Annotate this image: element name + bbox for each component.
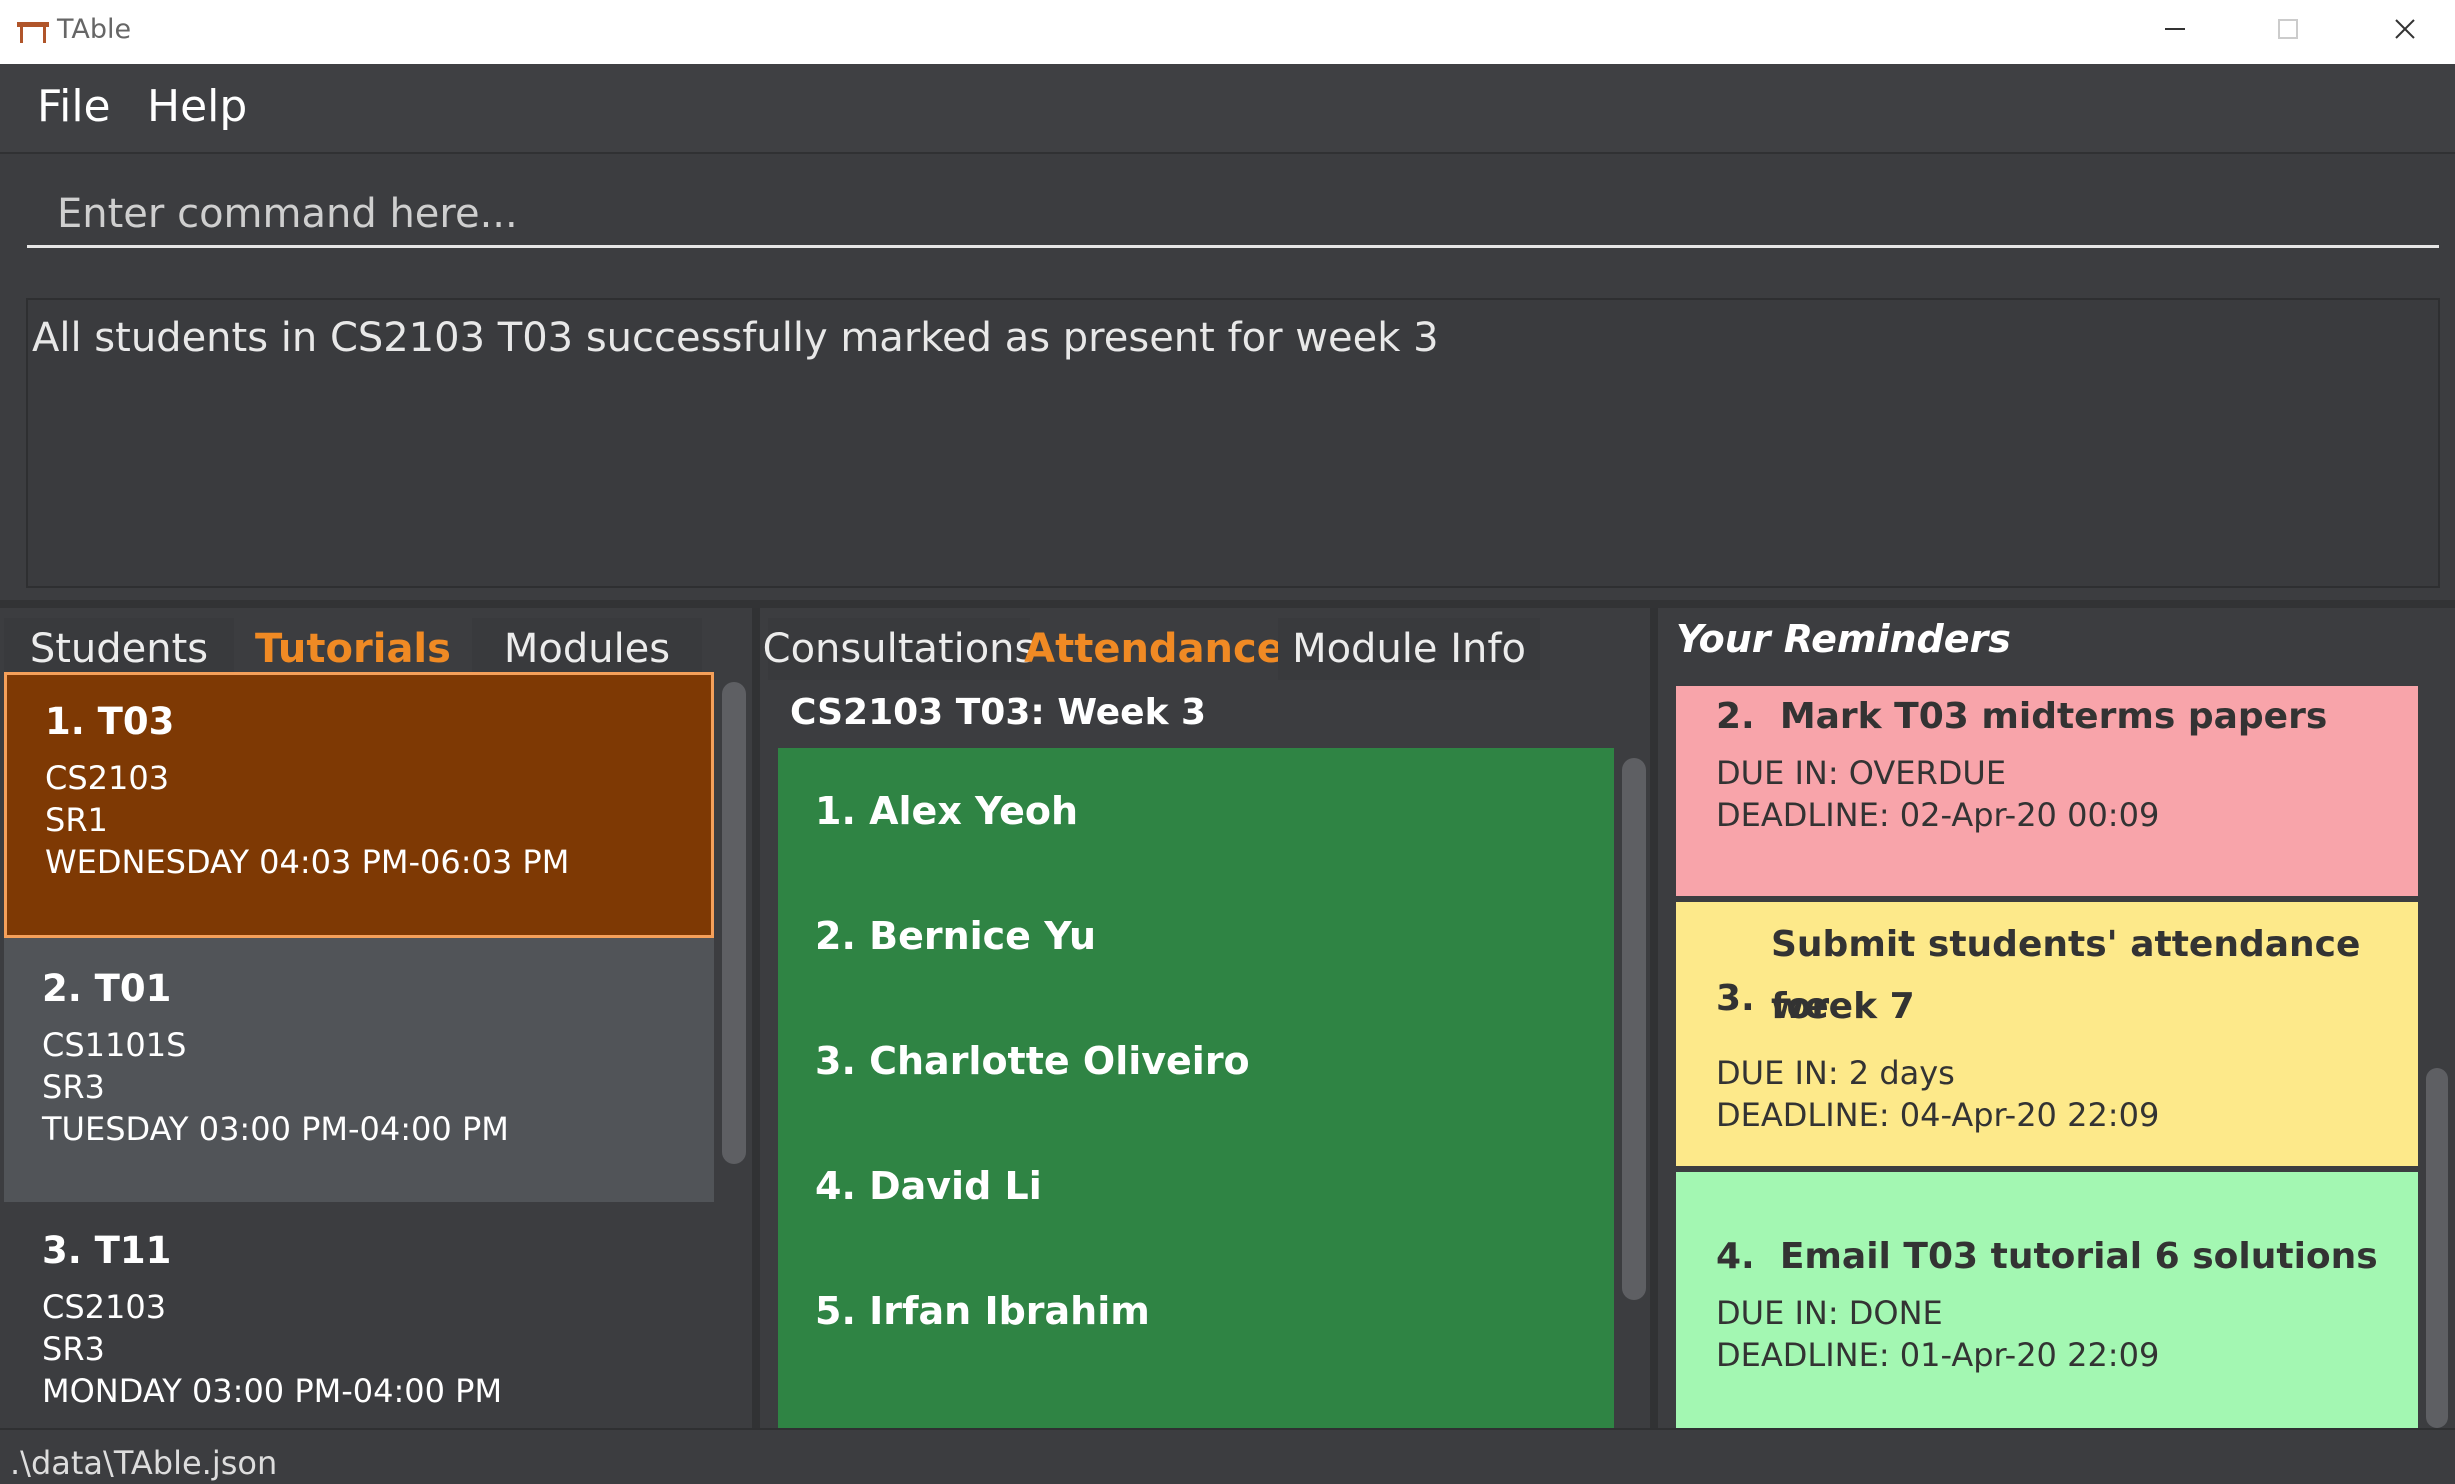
reminder-due: DUE IN: OVERDUE [1716,754,2007,792]
app-table-icon [17,22,49,43]
reminder-title-cont: week 7 [1771,986,1915,1027]
tutorial-time: TUESDAY 03:00 PM-04:00 PM [42,1110,509,1148]
result-display: All students in CS2103 T03 successfully … [26,298,2440,588]
close-icon [2395,19,2415,39]
command-input[interactable] [27,182,2439,248]
tab-students[interactable]: Students [4,618,234,680]
tab-attendance[interactable]: Attendance [1024,618,1284,680]
reminder-number: 3. [1716,978,1755,1019]
tutorial-venue: SR3 [42,1068,105,1106]
tab-consultations[interactable]: Consultations [763,618,1035,680]
reminder-due: DUE IN: 2 days [1716,1054,1955,1092]
maximize-icon [2278,19,2298,39]
student-name: 2. Bernice Yu [815,913,1096,958]
student-row[interactable]: 4. David Li [778,1123,1614,1248]
tutorial-title: 3. T11 [42,1229,172,1272]
reminders-scrollbar[interactable] [2426,1068,2448,1428]
tab-module-info[interactable]: Module Info [1278,618,1540,680]
reminders-heading: Your Reminders [1676,617,2011,661]
tutorial-card[interactable]: 1. T03 CS2103 SR1 WEDNESDAY 04:03 PM-06:… [4,672,714,938]
student-name: 5. Irfan Ibrahim [815,1288,1150,1333]
close-button[interactable] [2360,0,2450,58]
reminder-deadline: DEADLINE: 04-Apr-20 22:09 [1716,1096,2160,1134]
reminder-title: Mark T03 midterms papers [1779,696,2328,737]
tutorial-time: MONDAY 03:00 PM-04:00 PM [42,1372,503,1410]
student-row[interactable]: 5. Irfan Ibrahim [778,1248,1614,1373]
tutorial-module: CS1101S [42,1026,187,1064]
maximize-button[interactable] [2243,0,2333,58]
tutorial-title: 2. T01 [42,967,172,1010]
attendance-panel: Consultations Attendance Module Info CS2… [760,608,1650,1428]
attendance-list: 1. Alex Yeoh 2. Bernice Yu 3. Charlotte … [778,748,1614,1428]
student-name: 4. David Li [815,1163,1042,1208]
tutorials-scrollbar[interactable] [722,682,746,1164]
status-bar: .\data\TAble.json [0,1428,2455,1482]
student-row[interactable]: 3. Charlotte Oliveiro [778,998,1614,1123]
reminder-due: DUE IN: DONE [1716,1294,1943,1332]
student-name: 3. Charlotte Oliveiro [815,1038,1250,1083]
tutorial-card[interactable]: 2. T01 CS1101S SR3 TUESDAY 03:00 PM-04:0… [4,938,714,1202]
reminder-number: 2. [1716,696,1755,737]
tutorial-venue: SR1 [45,801,108,839]
minimize-button[interactable] [2130,0,2220,58]
student-row[interactable]: 2. Bernice Yu [778,873,1614,998]
tutorial-title: 1. T03 [45,700,175,743]
reminder-title: Email T03 tutorial 6 solutions [1779,1236,2378,1277]
tutorial-module: CS2103 [42,1288,167,1326]
tutorial-card[interactable]: 3. T11 CS2103 SR3 MONDAY 03:00 PM-04:00 … [4,1202,714,1428]
tutorial-venue: SR3 [42,1330,105,1368]
tutorial-time: WEDNESDAY 04:03 PM-06:03 PM [45,843,570,881]
tab-tutorials[interactable]: Tutorials [238,618,468,680]
reminder-card[interactable]: 4. Email T03 tutorial 6 solutions DUE IN… [1676,1172,2418,1428]
attendance-heading: CS2103 T03: Week 3 [790,692,1207,733]
menu-help[interactable]: Help [147,80,247,134]
tutorials-panel: Students Tutorials Modules 1. T03 CS2103… [0,608,752,1428]
menu-bar: File Help [0,64,2455,154]
tab-modules[interactable]: Modules [472,618,702,680]
attendance-scrollbar[interactable] [1622,758,1646,1300]
reminder-card[interactable]: 3. Submit students' attendance for week … [1676,902,2418,1166]
title-bar: TAble [0,0,2455,64]
result-message: All students in CS2103 T03 successfully … [32,315,1439,361]
reminders-panel: Your Reminders 2. Mark T03 midterms pape… [1658,608,2455,1428]
horizontal-divider[interactable] [0,600,2455,608]
reminder-card[interactable]: 2. Mark T03 midterms papers DUE IN: OVER… [1676,686,2418,896]
tutorial-module: CS2103 [45,759,170,797]
student-row[interactable]: 1. Alex Yeoh [778,748,1614,873]
reminder-number: 4. [1716,1236,1755,1277]
storage-file-path: .\data\TAble.json [10,1444,278,1482]
reminder-deadline: DEADLINE: 01-Apr-20 22:09 [1716,1336,2160,1374]
minimize-icon [2165,28,2185,30]
student-name: 1. Alex Yeoh [815,788,1079,833]
window-title: TAble [57,14,132,45]
command-box [0,156,2455,280]
panel-divider-left[interactable] [752,608,760,1428]
menu-file[interactable]: File [37,80,111,134]
reminder-deadline: DEADLINE: 02-Apr-20 00:09 [1716,796,2160,834]
panel-divider-right[interactable] [1650,608,1658,1428]
